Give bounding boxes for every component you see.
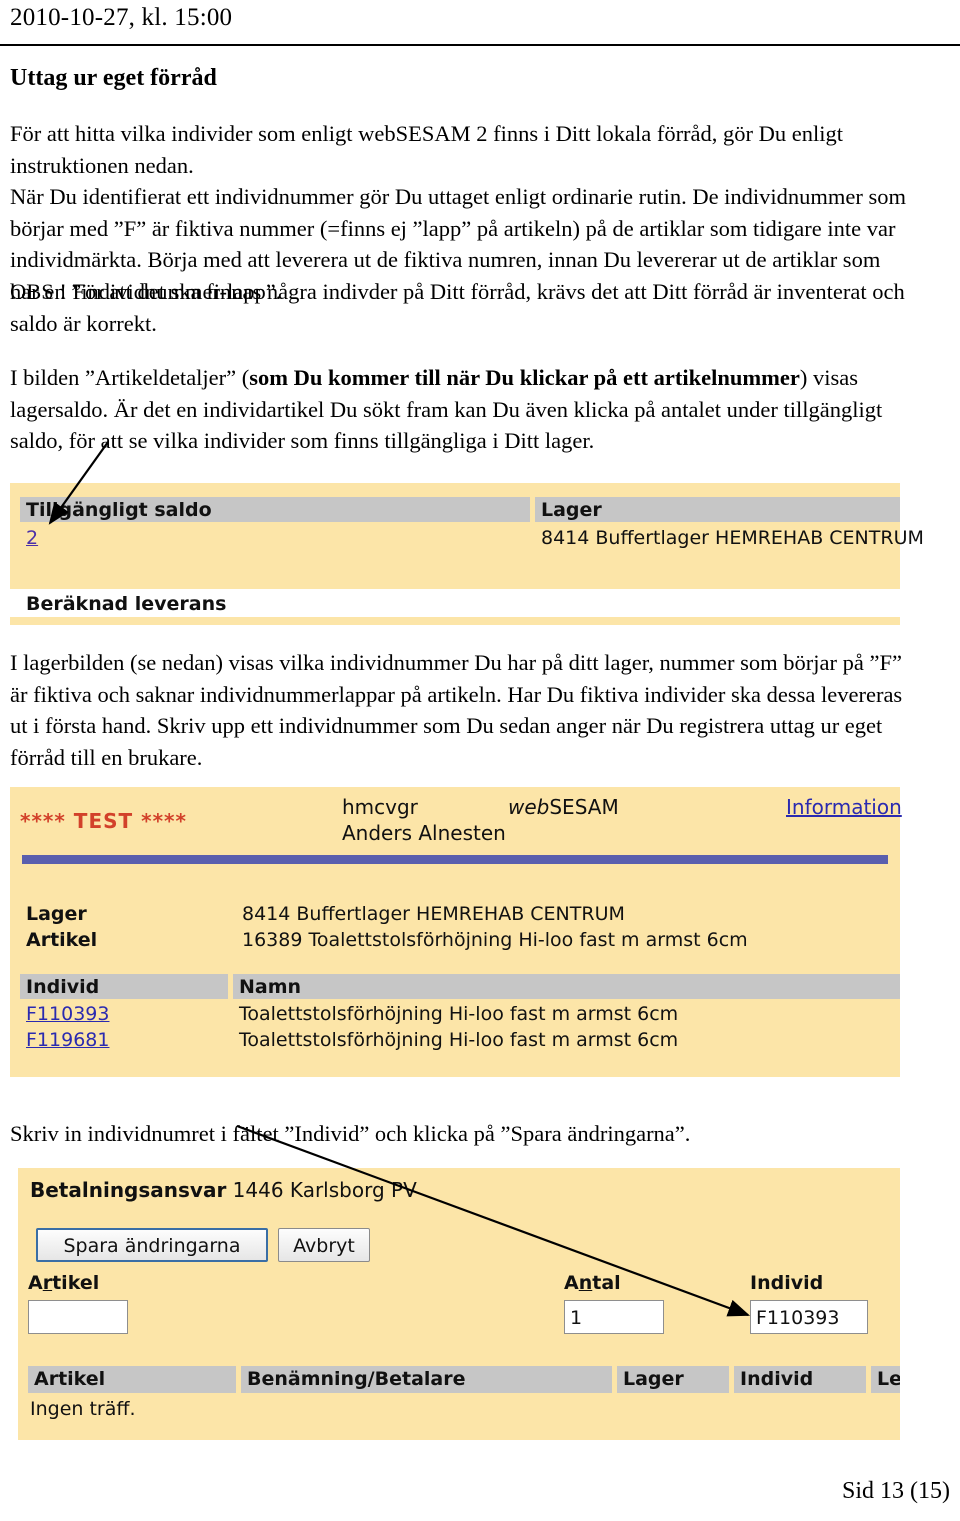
registrera-uttag-screenshot-panel: Betalningsansvar 1446 Karlsborg PV Spara… bbox=[18, 1168, 900, 1440]
artikel-value: 16389 Toalettstolsförhöjning Hi-loo fast… bbox=[242, 929, 748, 951]
artikeldetaljer-screenshot-panel: Tillgängligt saldo Lager 2 8414 Buffertl… bbox=[10, 483, 924, 625]
individ-link[interactable]: F110393 bbox=[26, 1003, 109, 1025]
logged-in-user-name: Anders Alnesten bbox=[342, 821, 506, 845]
cancel-button[interactable]: Avbryt bbox=[278, 1228, 370, 1262]
lager-value: 8414 Buffertlager HEMREHAB CENTRUM bbox=[242, 903, 625, 925]
artikeldetaljer-lead: I bilden ”Artikeldetaljer” (som Du komme… bbox=[10, 362, 910, 457]
tillgangligt-saldo-value-link[interactable]: 2 bbox=[26, 527, 38, 549]
artikel-label-pre: A bbox=[28, 1272, 43, 1294]
individ-namn: Toalettstolsförhöjning Hi-loo fast m arm… bbox=[239, 1003, 679, 1025]
column-header-beraknad-leverans: Beräknad leverans bbox=[26, 593, 227, 615]
spara-instruction-paragraph: Skriv in individnumret i fältet ”Individ… bbox=[10, 1121, 691, 1146]
antal-input[interactable] bbox=[564, 1300, 664, 1334]
websesam-logo: webSESAM bbox=[508, 795, 619, 819]
artikel-field-label: Artikel bbox=[28, 1272, 99, 1294]
column-header-tillgangligt-saldo: Tillgängligt saldo bbox=[20, 497, 530, 522]
artikeldetaljer-lead-part1: I bilden ”Artikeldetaljer” ( bbox=[10, 365, 250, 390]
individ-field-label: Individ bbox=[750, 1272, 824, 1294]
antal-label-post: tal bbox=[592, 1272, 621, 1294]
artikel-label-accesskey: r bbox=[42, 1272, 53, 1294]
websesam-logo-sesam: SESAM bbox=[549, 795, 619, 819]
page-title: Uttag ur eget förråd bbox=[10, 65, 217, 91]
antal-label-pre: A bbox=[564, 1272, 579, 1294]
betalningsansvar-row: Betalningsansvar 1446 Karlsborg PV bbox=[30, 1178, 417, 1202]
artikeldetaljer-lead-bold: som Du kommer till när Du klickar på ett… bbox=[249, 365, 800, 390]
header-divider-bar bbox=[22, 855, 888, 864]
result-column-header-lager: Lager bbox=[617, 1366, 729, 1393]
individ-namn: Toalettstolsförhöjning Hi-loo fast m arm… bbox=[239, 1029, 679, 1051]
individ-input[interactable] bbox=[750, 1300, 868, 1334]
information-link[interactable]: Information bbox=[786, 795, 902, 819]
column-header-namn: Namn bbox=[233, 974, 900, 999]
betalningsansvar-label: Betalningsansvar bbox=[30, 1178, 227, 1202]
save-button[interactable]: Spara ändringarna bbox=[36, 1228, 268, 1262]
antal-label-accesskey: n bbox=[578, 1272, 593, 1294]
artikel-input[interactable] bbox=[28, 1300, 128, 1334]
result-column-header-individ: Individ bbox=[734, 1366, 866, 1393]
column-header-lager: Lager bbox=[535, 497, 900, 522]
lagerbild-paragraph: I lagerbilden (se nedan) visas vilka ind… bbox=[10, 650, 903, 770]
test-environment-marker: **** TEST **** bbox=[20, 809, 187, 833]
intro-paragraph-obs: OBS ! För att det ska finnas några indiv… bbox=[10, 279, 905, 336]
betalningsansvar-value: 1446 Karlsborg PV bbox=[232, 1178, 417, 1202]
lager-value: 8414 Buffertlager HEMREHAB CENTRUM bbox=[541, 527, 924, 549]
websesam-logo-web: web bbox=[508, 795, 550, 819]
individ-link[interactable]: F119681 bbox=[26, 1029, 109, 1051]
document-date: 2010-10-27, kl. 15:00 bbox=[10, 4, 233, 31]
lager-label: Lager bbox=[26, 903, 87, 925]
result-empty-message: Ingen träff. bbox=[30, 1398, 136, 1420]
artikel-label-post: tikel bbox=[52, 1272, 100, 1294]
intro-paragraph-1: För att hitta vilka individer som enligt… bbox=[10, 121, 844, 178]
header-rule bbox=[0, 44, 960, 46]
column-header-individ: Individ bbox=[20, 974, 228, 999]
artikel-label: Artikel bbox=[26, 929, 98, 951]
result-column-header-artikel: Artikel bbox=[28, 1366, 236, 1393]
logged-in-user-id: hmcvgr bbox=[342, 795, 418, 819]
page-number-footer: Sid 13 (15) bbox=[842, 1478, 950, 1504]
antal-field-label: Antal bbox=[564, 1272, 621, 1294]
lagerbild-screenshot-panel: **** TEST **** hmcvgr Anders Alnesten we… bbox=[10, 787, 902, 1077]
result-column-header-benamning: Benämning/Betalare bbox=[241, 1366, 612, 1393]
result-column-header-leveransdatum: Lev.d bbox=[871, 1366, 900, 1393]
